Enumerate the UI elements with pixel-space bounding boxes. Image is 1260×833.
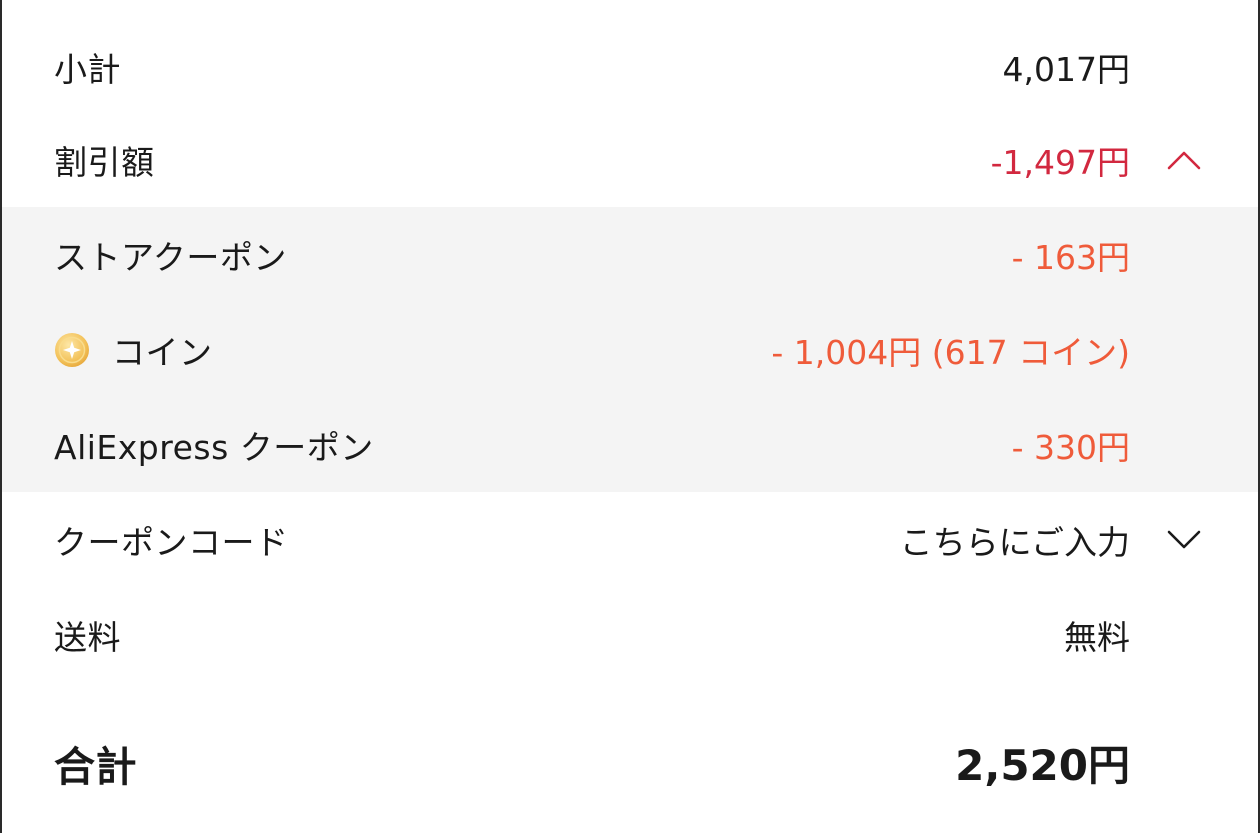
aliexpress-coupon-label: AliExpress クーポン	[54, 428, 374, 467]
coupon-code-label: クーポンコード	[54, 523, 289, 562]
coin-row: コイン - 1,004円 (617 コイン)	[2, 303, 1258, 397]
coin-value: - 1,004円 (617 コイン)	[771, 333, 1130, 372]
shipping-label: 送料	[54, 618, 121, 657]
aliexpress-coupon-value: - 330円	[1011, 428, 1130, 467]
subtotal-value: 4,017円	[1002, 50, 1130, 89]
chevron-down-icon[interactable]	[1166, 522, 1202, 558]
shipping-value: 無料	[1064, 618, 1130, 657]
chevron-up-icon[interactable]	[1166, 142, 1202, 178]
aliexpress-coupon-row: AliExpress クーポン - 330円	[2, 398, 1258, 492]
coin-label-group: コイン	[54, 326, 213, 374]
total-value: 2,520円	[955, 741, 1130, 790]
store-coupon-row: ストアクーポン - 163円	[2, 208, 1258, 302]
coin-label: コイン	[112, 333, 213, 372]
subtotal-label: 小計	[54, 50, 121, 89]
total-row: 合計 2,520円	[2, 715, 1258, 810]
store-coupon-value: - 163円	[1011, 238, 1130, 277]
coupon-code-row[interactable]: クーポンコード こちらにご入力	[2, 493, 1258, 587]
order-summary-panel: 小計 4,017円 割引額 -1,497円 ストアクーポン - 163円 コイン…	[0, 0, 1260, 833]
total-label: 合計	[54, 742, 137, 791]
shipping-row: 送料 無料	[2, 588, 1258, 682]
discount-row[interactable]: 割引額 -1,497円	[2, 113, 1258, 207]
coin-icon	[54, 332, 90, 368]
subtotal-row: 小計 4,017円	[2, 20, 1258, 114]
discount-label: 割引額	[54, 143, 155, 182]
discount-value: -1,497円	[990, 143, 1130, 182]
store-coupon-label: ストアクーポン	[54, 238, 287, 277]
coupon-code-input[interactable]: こちらにご入力	[900, 516, 1130, 564]
